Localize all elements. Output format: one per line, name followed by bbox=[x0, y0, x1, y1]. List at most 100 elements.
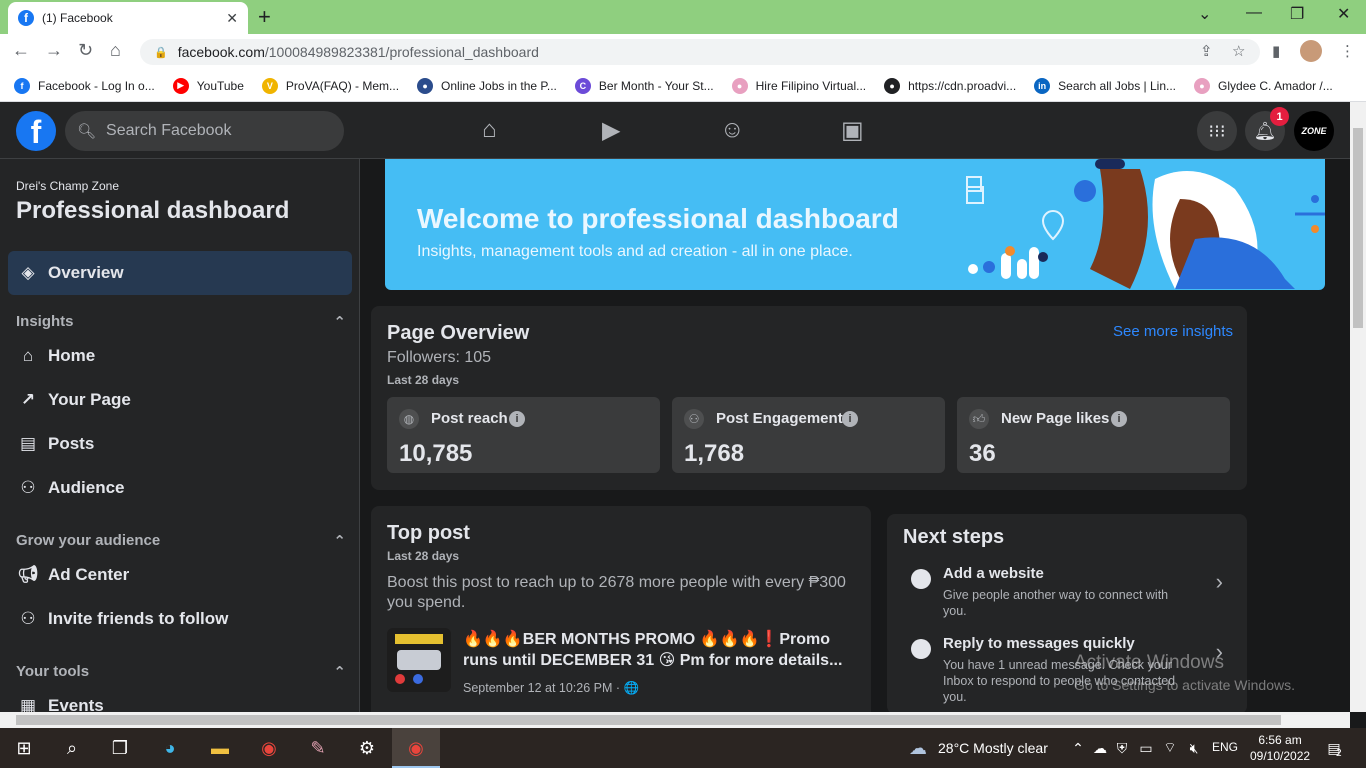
step-add-website[interactable]: Add a website Give people another way to… bbox=[903, 565, 1233, 625]
metric-label: Post Engagement bbox=[716, 410, 843, 427]
post-text[interactable]: 🔥🔥🔥BER MONTHS PROMO 🔥🔥🔥❗Promo runs until… bbox=[463, 629, 853, 671]
groups-nav-icon[interactable]: ☺ bbox=[720, 116, 745, 144]
info-icon[interactable]: i bbox=[1111, 411, 1127, 427]
globe-icon: ◍ bbox=[399, 409, 419, 429]
metric-post-engagement[interactable]: ⚇ Post Engagement i 1,768 bbox=[672, 397, 945, 473]
chrome-icon[interactable]: ◉ bbox=[257, 736, 281, 760]
sidebar-item-ad-center[interactable]: 📢︎ Ad Center bbox=[8, 553, 352, 597]
url-domain: facebook.com bbox=[177, 44, 265, 60]
bookmark-item[interactable]: ● Glydee C. Amador /... bbox=[1194, 77, 1333, 94]
post-date[interactable]: September 12 at 10:26 PM · 🌐 bbox=[463, 681, 639, 696]
onedrive-icon[interactable]: ☁ bbox=[1088, 736, 1112, 760]
browser-tab[interactable]: f (1) Facebook ✕ bbox=[8, 2, 248, 34]
dashboard-sidebar: Drei's Champ Zone Professional dashboard… bbox=[0, 159, 360, 712]
action-center-icon[interactable]: ▤ bbox=[1322, 736, 1346, 760]
reload-icon[interactable]: ↻ bbox=[78, 40, 93, 61]
side-panel-icon[interactable]: ▮ bbox=[1272, 42, 1280, 60]
activate-windows-subtext: Go to Settings to activate Windows. bbox=[1074, 677, 1295, 693]
url-input[interactable]: 🔒 facebook.com/100084989823381/professio… bbox=[140, 39, 1260, 65]
file-explorer-icon[interactable]: ▬ bbox=[208, 736, 232, 760]
language-indicator[interactable]: ENG bbox=[1212, 740, 1238, 754]
bookmark-item[interactable]: ● https://cdn.proadvi... bbox=[884, 77, 1016, 94]
share-icon[interactable]: ⇪ bbox=[1200, 42, 1213, 60]
gaming-nav-icon[interactable]: ▣ bbox=[841, 116, 864, 145]
action-center-count: 2 bbox=[1336, 748, 1342, 759]
home-nav-icon[interactable]: ⌂ bbox=[482, 116, 497, 144]
sidebar-item-home[interactable]: ⌂ Home bbox=[8, 334, 352, 378]
sidebar-item-audience[interactable]: ⚇ Audience bbox=[8, 466, 352, 510]
wifi-icon[interactable]: ⌔ bbox=[1158, 736, 1182, 760]
new-tab-icon[interactable]: + bbox=[258, 4, 271, 30]
system-clock[interactable]: 6:56 am 09/10/2022 bbox=[1250, 732, 1310, 764]
settings-gear-icon[interactable]: ⚙ bbox=[355, 736, 379, 760]
task-view-icon[interactable]: ❐ bbox=[108, 736, 132, 760]
bookmark-favicon-icon: ● bbox=[417, 77, 434, 94]
sidebar-item-label: Ad Center bbox=[48, 565, 130, 584]
weather-icon[interactable]: ☁ bbox=[906, 736, 930, 760]
restore-icon[interactable]: ❐ bbox=[1290, 4, 1304, 24]
active-chrome-window[interactable]: ◉ bbox=[392, 728, 440, 768]
tray-chevron-icon[interactable]: ⌃ bbox=[1066, 736, 1090, 760]
posts-icon: ▤ bbox=[19, 434, 37, 453]
sidebar-item-events[interactable]: ▦ Events bbox=[8, 684, 352, 712]
sidebar-item-your-page[interactable]: ↗ Your Page bbox=[8, 378, 352, 422]
section-grow-audience[interactable]: Grow your audience ⌃ bbox=[16, 532, 346, 550]
paint-icon[interactable]: ✎ bbox=[306, 736, 330, 760]
bookmark-star-icon[interactable]: ☆ bbox=[1232, 42, 1245, 60]
profile-avatar-icon[interactable] bbox=[1300, 40, 1322, 62]
taskbar-search-icon[interactable]: ⌕ bbox=[60, 736, 84, 760]
back-icon[interactable]: ← bbox=[12, 40, 30, 61]
battery-icon[interactable]: ▭ bbox=[1134, 736, 1158, 760]
see-more-insights-link[interactable]: See more insights bbox=[1113, 323, 1233, 340]
top-post-card: Top post Last 28 days Boost this post to… bbox=[371, 506, 871, 712]
section-insights[interactable]: Insights ⌃ bbox=[16, 313, 346, 331]
close-window-icon[interactable]: ✕ bbox=[1337, 4, 1350, 24]
defender-icon[interactable]: ⛨ bbox=[1110, 736, 1134, 760]
windows-start-icon[interactable]: ⊞ bbox=[12, 736, 36, 760]
chrome-profile-icon: ◉ bbox=[408, 737, 424, 758]
tab-search-chevron-icon[interactable]: ⌄ bbox=[1198, 4, 1211, 24]
bookmark-item[interactable]: V ProVA(FAQ) - Mem... bbox=[261, 77, 400, 94]
step-title: Reply to messages quickly bbox=[943, 635, 1135, 652]
bookmark-item[interactable]: C Ber Month - Your St... bbox=[574, 77, 714, 94]
page-owner-name: Drei's Champ Zone bbox=[16, 179, 119, 193]
forward-icon[interactable]: → bbox=[45, 40, 63, 61]
vertical-scrollbar[interactable] bbox=[1350, 102, 1366, 712]
metric-new-page-likes[interactable]: 👍︎ New Page likes i 36 bbox=[957, 397, 1230, 473]
facebook-logo-icon[interactable]: f bbox=[16, 111, 56, 151]
bookmark-item[interactable]: in Search all Jobs | Lin... bbox=[1034, 77, 1176, 94]
vertical-scroll-thumb[interactable] bbox=[1353, 128, 1363, 328]
sidebar-item-label: Overview bbox=[48, 263, 124, 282]
sidebar-item-invite-friends[interactable]: ⚇ Invite friends to follow bbox=[8, 597, 352, 641]
bookmark-item[interactable]: ▶ YouTube bbox=[172, 77, 244, 94]
horizontal-scrollbar[interactable] bbox=[0, 712, 1350, 728]
horizontal-scroll-thumb[interactable] bbox=[16, 715, 1281, 725]
watch-nav-icon[interactable]: ▶ bbox=[602, 116, 620, 145]
edge-icon[interactable]: ◕ bbox=[158, 736, 182, 760]
section-your-tools[interactable]: Your tools ⌃ bbox=[16, 663, 346, 681]
weather-text[interactable]: 28°C Mostly clear bbox=[938, 740, 1048, 756]
next-steps-title: Next steps bbox=[903, 526, 1005, 548]
more-menu-icon[interactable]: ⋮ bbox=[1340, 42, 1355, 60]
bookmark-label: ProVA(FAQ) - Mem... bbox=[285, 78, 400, 93]
menu-grid-icon[interactable]: ⁝⁝⁝ bbox=[1197, 111, 1237, 151]
notifications-bell-icon[interactable]: 🔔︎ 1 bbox=[1245, 107, 1289, 151]
dashboard-main: Welcome to professional dashboard Insigh… bbox=[361, 159, 1350, 712]
bookmark-item[interactable]: ● Hire Filipino Virtual... bbox=[731, 77, 866, 94]
sidebar-item-overview[interactable]: ◈ Overview bbox=[8, 251, 352, 295]
home-icon: ⌂ bbox=[22, 346, 34, 365]
minimize-icon[interactable]: — bbox=[1246, 4, 1262, 22]
page-avatar[interactable]: ZONE bbox=[1294, 111, 1334, 151]
search-input[interactable]: 🔍︎ Search Facebook bbox=[65, 111, 344, 151]
info-icon[interactable]: i bbox=[509, 411, 525, 427]
home-icon[interactable]: ⌂ bbox=[110, 40, 121, 61]
post-thumbnail[interactable] bbox=[387, 628, 451, 692]
bookmark-item[interactable]: ● Online Jobs in the P... bbox=[417, 77, 557, 94]
info-icon[interactable]: i bbox=[842, 411, 858, 427]
metric-post-reach[interactable]: ◍ Post reach i 10,785 bbox=[387, 397, 660, 473]
close-tab-icon[interactable]: ✕ bbox=[226, 10, 238, 27]
bookmark-item[interactable]: f Facebook - Log In o... bbox=[14, 77, 155, 94]
bookmark-label: YouTube bbox=[196, 78, 244, 93]
volume-muted-icon[interactable]: 🔇︎ bbox=[1182, 736, 1206, 760]
sidebar-item-posts[interactable]: ▤ Posts bbox=[8, 422, 352, 466]
